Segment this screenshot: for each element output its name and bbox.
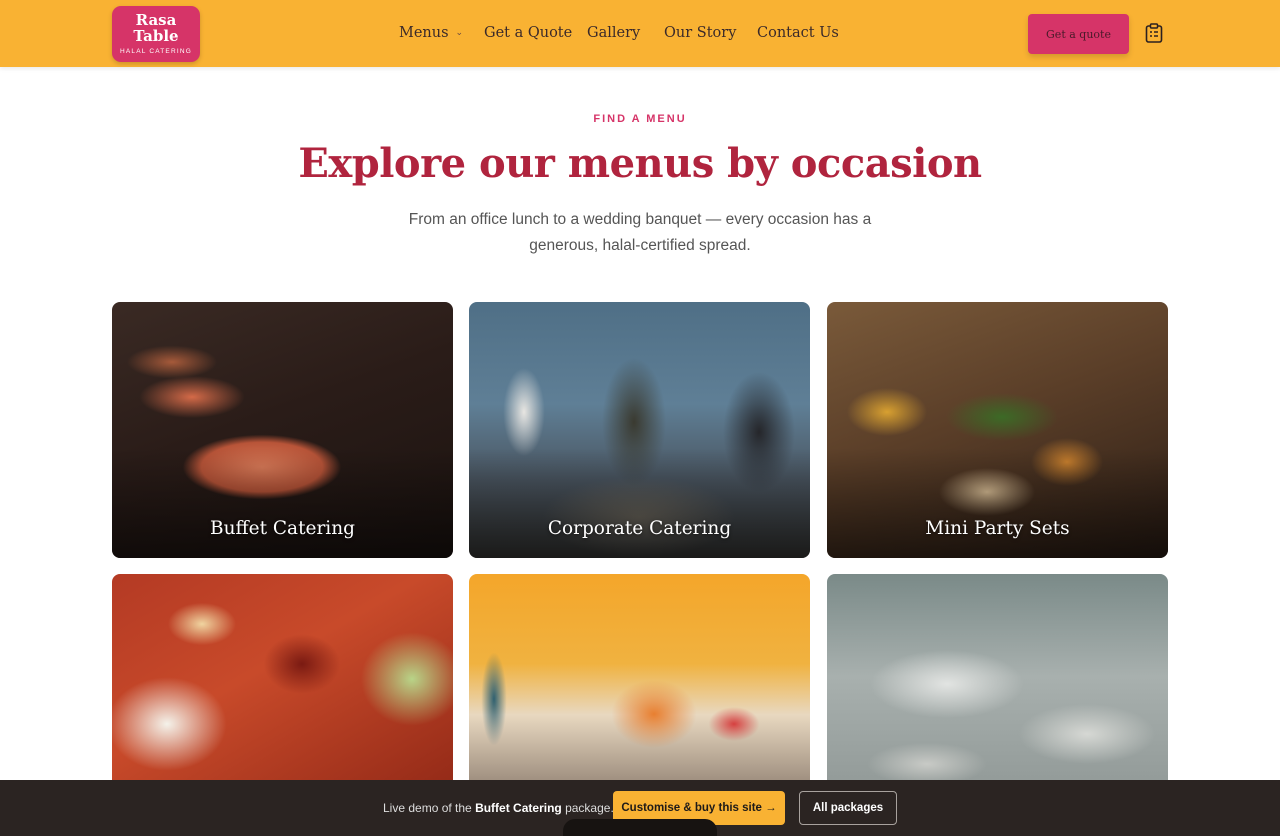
card-overlay (469, 448, 810, 558)
card-overlay (112, 448, 453, 558)
menu-card-corporate-catering[interactable]: Corporate Catering (469, 302, 810, 558)
card-overlay (827, 448, 1168, 558)
nav-item-label: Our Story (664, 25, 737, 41)
demo-text-prefix: Live demo of the (383, 801, 476, 815)
chevron-down-icon: ⌄ (455, 28, 464, 38)
section-subtitle: From an office lunch to a wedding banque… (408, 211, 872, 254)
site-header: Rasa Table HALAL CATERING Menus ⌄ Get a … (0, 0, 1280, 67)
card-label: Buffet Catering (209, 518, 355, 539)
page-title: Explore our menus by occasion (298, 140, 982, 187)
card-label: Corporate Catering (547, 518, 732, 539)
logo-name-line2: Table (133, 27, 179, 45)
logo-tagline: HALAL CATERING (119, 48, 193, 55)
logo-name-line1: Rasa (135, 11, 177, 29)
nav-item-menus[interactable]: Menus ⌄ (399, 22, 463, 44)
demo-package-name: Buffet Catering (475, 801, 562, 815)
logo-name: Rasa Table (112, 6, 200, 44)
nav-item-label: Menus (399, 25, 449, 41)
nav-item-label: Get a Quote (484, 25, 573, 41)
menu-card-buffet-catering[interactable]: Buffet Catering (112, 302, 453, 558)
get-a-quote-button[interactable]: Get a quote (1028, 14, 1129, 54)
card-label: Mini Party Sets (925, 518, 1070, 539)
all-packages-button[interactable]: All packages (799, 791, 897, 825)
menu-card-mini-party-sets[interactable]: Mini Party Sets (827, 302, 1168, 558)
nav-item-label: Contact Us (757, 25, 839, 41)
logo[interactable]: Rasa Table HALAL CATERING (112, 6, 200, 62)
nav-item-gallery[interactable]: Gallery (587, 22, 640, 44)
nav-item-contact-us[interactable]: Contact Us (757, 22, 839, 44)
nav-item-get-a-quote[interactable]: Get a Quote (484, 22, 572, 44)
clipboard-list-icon[interactable] (1145, 23, 1163, 43)
nav-item-label: Gallery (587, 25, 641, 41)
nav-item-our-story[interactable]: Our Story (664, 22, 736, 44)
demo-text: Live demo of the Buffet Catering package… (383, 801, 614, 815)
section-eyebrow: FIND A MENU (593, 113, 687, 125)
floating-dock[interactable] (563, 819, 717, 836)
demo-text-suffix: package. (561, 801, 614, 815)
